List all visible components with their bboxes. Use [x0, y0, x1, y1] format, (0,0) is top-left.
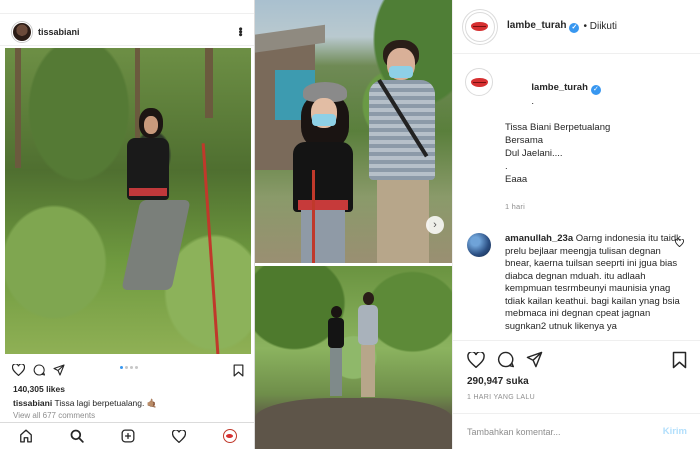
new-post-icon[interactable]: [121, 429, 135, 443]
right-post-username[interactable]: lambe_turah ✓: [507, 20, 580, 33]
rock: [255, 398, 452, 449]
profile-avatar-icon[interactable]: [222, 429, 237, 443]
caption-timestamp[interactable]: 1 hari: [505, 200, 610, 213]
left-post-username[interactable]: tissabiani: [38, 27, 234, 37]
comment-icon[interactable]: [33, 364, 45, 376]
tree-trunk: [205, 48, 213, 118]
caption-line: Eaaa: [505, 174, 528, 185]
trekking-pole: [312, 170, 315, 263]
right-instagram-post: lambe_turah ✓ • Diikuti lambe_turah ✓ . Ti…: [452, 0, 700, 449]
collage-photo-bottom: [255, 266, 452, 449]
left-post-header: tissabiani •••: [0, 18, 254, 46]
chevron-right-icon[interactable]: ›: [426, 216, 444, 234]
verified-badge-icon: ✓: [569, 23, 580, 33]
share-icon[interactable]: [53, 364, 65, 376]
tissabiani-avatar[interactable]: [12, 21, 32, 42]
caption-line: .: [505, 161, 508, 172]
caption: lambe_turah ✓ . Tissa Biani Berpetualang …: [505, 68, 610, 213]
verified-badge-icon: ✓: [590, 85, 601, 95]
view-comments-link[interactable]: View all 677 comments: [13, 411, 95, 420]
hiker-figure: [117, 108, 191, 308]
caption-after-username: .: [531, 96, 535, 107]
photo-collage: ›: [255, 0, 452, 449]
post-comment-button[interactable]: Kirim: [663, 426, 687, 437]
commenter-avatar[interactable]: [467, 233, 491, 257]
tree-trunk: [15, 48, 21, 168]
man-figure: [355, 292, 381, 400]
search-icon[interactable]: [70, 429, 84, 443]
caption-line: Tissa Biani Berpetualang: [505, 122, 611, 133]
lambe-turah-avatar[interactable]: [465, 68, 493, 96]
carousel-indicator: [120, 366, 138, 369]
lambe-turah-avatar[interactable]: [465, 11, 495, 42]
left-instagram-post: tissabiani ••• 140,305 likes tissabiani …: [0, 0, 255, 449]
trekking-pole: [201, 143, 222, 354]
collage-photo-top: ›: [255, 0, 452, 263]
bookmark-icon[interactable]: [672, 351, 687, 369]
share-icon[interactable]: [526, 351, 543, 368]
comment-icon[interactable]: [497, 351, 514, 368]
bookmark-icon[interactable]: [233, 363, 244, 377]
add-comment-box: Kirim: [453, 413, 700, 449]
comment-username[interactable]: amanullah_23a: [505, 233, 573, 244]
woman-figure: [325, 306, 347, 398]
right-post-actions: [453, 340, 700, 378]
comment-like-heart-icon[interactable]: [675, 239, 684, 247]
comment-item: amanullah_23a Oarng indonesia itu taidk …: [465, 233, 688, 333]
caption-username[interactable]: tissabiani: [13, 398, 52, 408]
right-post-header: lambe_turah ✓ • Diikuti: [453, 0, 700, 54]
right-post-likes[interactable]: 290,947 suka: [467, 376, 529, 387]
left-post-caption: tissabiani Tissa lagi berpetualang. 🤙🏽: [13, 398, 157, 409]
woman-with-hat-figure: [283, 82, 355, 263]
activity-heart-icon[interactable]: [171, 429, 186, 443]
follow-status[interactable]: • Diikuti: [583, 21, 617, 32]
caption-text: Tissa lagi berpetualang. 🤙🏽: [54, 398, 158, 408]
left-post-photo: [5, 48, 251, 354]
left-post-actions: [12, 361, 244, 379]
add-comment-input[interactable]: [467, 426, 663, 437]
home-icon[interactable]: [19, 429, 33, 443]
left-post-likes[interactable]: 140,305 likes: [13, 384, 65, 394]
comment-body: amanullah_23a Oarng indonesia itu taidk …: [505, 233, 687, 333]
caption-row: lambe_turah ✓ . Tissa Biani Berpetualang …: [465, 68, 688, 213]
status-bar: [0, 0, 254, 14]
heart-icon[interactable]: [467, 351, 485, 368]
heart-icon[interactable]: [12, 364, 25, 376]
caption-username[interactable]: lambe_turah: [531, 82, 588, 93]
post-comments-area: lambe_turah ✓ . Tissa Biani Berpetualang …: [453, 54, 700, 340]
bottom-navigation: [0, 422, 254, 449]
comment-text: Oarng indonesia itu taidk prelu bejlaar …: [505, 233, 681, 332]
caption-line: Dul Jaelani....: [505, 148, 563, 159]
more-options-icon[interactable]: •••: [234, 27, 246, 36]
right-post-date[interactable]: 1 HARI YANG LALU: [467, 394, 535, 401]
caption-line: Bersama: [505, 135, 544, 146]
